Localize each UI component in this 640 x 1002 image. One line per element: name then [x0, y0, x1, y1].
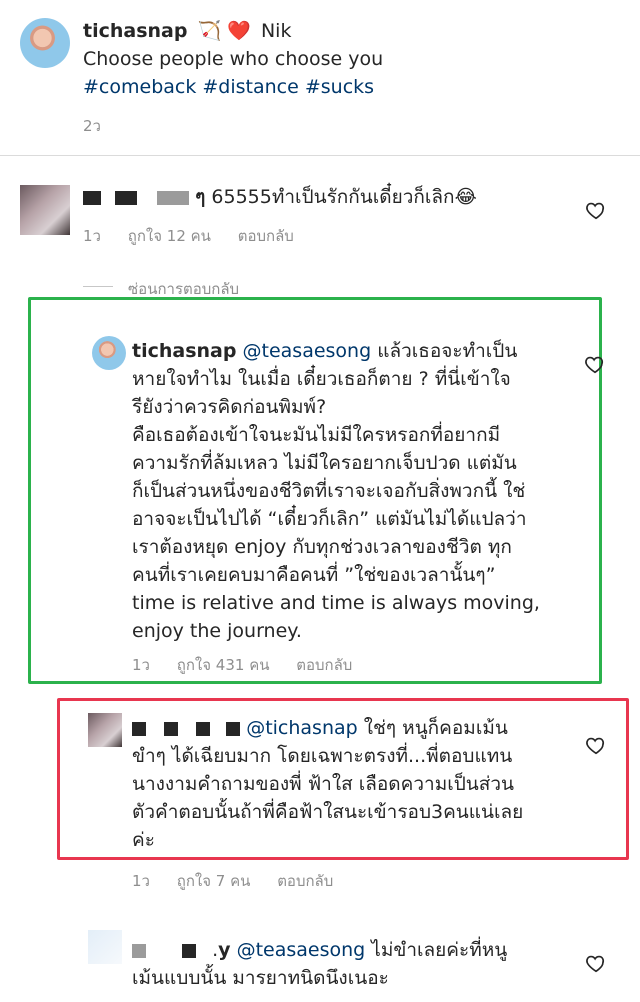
reply1-first-line: tichasnap @teasaesong แล้วเธอจะทำเป็น [132, 337, 517, 365]
hide-replies-line [83, 286, 113, 287]
reply2-mention[interactable]: @tichasnap [246, 717, 358, 739]
reply2-line: นางงามคำถามของพี่ ฟ้าใส เลือดความเป็นส่ว… [132, 773, 515, 795]
tagged-name: Nik [260, 20, 292, 42]
comment1-time: 1ว [83, 227, 101, 245]
reply2-avatar[interactable] [88, 713, 122, 747]
reply1-line: ความรักที่ล้มเหลว ไม่มีใครอยากเจ็บปวด แต… [132, 452, 517, 474]
censor-block [132, 721, 146, 736]
censor-block [226, 721, 241, 736]
reply1-line: คนที่เราเคยคบมาคือคนที่ ”ใช่ของเวลานั้นๆ… [132, 564, 496, 586]
reply2-reply-button[interactable]: ตอบกลับ [277, 872, 333, 890]
reply1-reply-button[interactable]: ตอบกลับ [296, 656, 352, 674]
reply2-meta: 1ว ถูกใจ 7 คน ตอบกลับ [132, 869, 355, 893]
comment1-reply-button[interactable]: ตอบกลับ [238, 227, 294, 245]
reply1-avatar[interactable] [92, 336, 126, 370]
comment1-text-line: ๆ 65555ทำเป็นรักกันเดี๋ยวก็เลิก😂 [83, 183, 477, 211]
censor-block [115, 190, 138, 205]
censor-block [83, 190, 101, 205]
reply1-line: หายใจทำไม ในเมื่อ เดี๋ยวเธอก็ตาย ? ที่นี… [132, 368, 511, 390]
reply3-line: เม้นแบบนั้น มารยาทนิดนึงเนอะ [132, 967, 389, 989]
reply1-line: enjoy the journey. [132, 620, 302, 642]
censor-block [132, 943, 146, 958]
censor-block [182, 943, 197, 958]
reply1-meta: 1ว ถูกใจ 431 คน ตอบกลับ [132, 653, 374, 677]
caption-header: tichasnap 🏹 ❤️ Nik [83, 17, 291, 45]
comment1-username-suffix[interactable]: ๆ [195, 186, 205, 208]
censor-block [157, 190, 190, 205]
comment1-like-heart-icon[interactable] [585, 199, 607, 221]
censor-block [196, 721, 211, 736]
reply3-first-line: .y @teasaesong ไม่ขำเลยค่ะที่หนู [132, 936, 507, 964]
reply2-line: ขำๆ ได้เฉียบมาก โดยเฉพาะตรงที่...พี่ตอบแ… [132, 745, 513, 767]
reply1-time: 1ว [132, 656, 150, 674]
reply1-line: อาจจะเป็นไปได้ “เดี๋ยวก็เลิก” แต่มันไม่ไ… [132, 508, 527, 530]
comment1-likes[interactable]: ถูกใจ 12 คน [128, 227, 211, 245]
comment1-meta: 1ว ถูกใจ 12 คน ตอบกลับ [83, 224, 316, 248]
reply1-likes[interactable]: ถูกใจ 431 คน [177, 656, 270, 674]
post-timestamp: 2ว [83, 117, 101, 135]
post-username[interactable]: tichasnap [83, 20, 187, 42]
reply1-line: รียังว่าควรคิดก่อนพิมพ์? [132, 396, 327, 418]
bow-arrow-icon: 🏹 [197, 20, 222, 42]
reply2-line: ตัวคำตอบนั้นถ้าพี่คือฟ้าใสนะเข้ารอบ3คนแน… [132, 801, 524, 823]
comment1-text: 65555ทำเป็นรักกันเดี๋ยวก็เลิก😂 [211, 186, 477, 208]
reply1-line: ก็เป็นส่วนหนึ่งของชีวิตที่เราจะเจอกับสิ่… [132, 480, 526, 502]
reply3-line: ไม่ขำเลยค่ะที่หนู [371, 939, 508, 961]
reply2-first-line: @tichasnap ใช่ๆ หนูก็คอมเม้น [132, 714, 508, 742]
reply2-likes[interactable]: ถูกใจ 7 คน [177, 872, 251, 890]
caption-text: Choose people who choose you [83, 48, 384, 70]
reply3-like-heart-icon[interactable] [585, 952, 607, 974]
post-author-avatar[interactable] [20, 18, 70, 68]
reply1-username[interactable]: tichasnap [132, 340, 236, 362]
reply3-username-suffix[interactable]: y [218, 939, 230, 961]
reply1-line: คือเธอต้องเข้าใจนะมันไม่มีใครหรอกที่อยาก… [132, 424, 501, 446]
reply1-line: เราต้องหยุด enjoy กับทุกช่วงเวลาของชีวิต… [132, 536, 512, 558]
censor-block [164, 721, 179, 736]
reply3-mention[interactable]: @teasaesong [237, 939, 366, 961]
reply3-avatar[interactable] [88, 930, 122, 964]
reply1-like-heart-icon[interactable] [584, 353, 606, 375]
comment1-avatar[interactable] [20, 185, 70, 235]
reply2-like-heart-icon[interactable] [585, 734, 607, 756]
reply1-mention[interactable]: @teasaesong [243, 340, 372, 362]
reply2-line: ค่ะ [132, 829, 155, 851]
caption-divider [0, 155, 640, 156]
reply1-line: แล้วเธอจะทำเป็น [377, 340, 518, 362]
reply1-line: time is relative and time is always movi… [132, 592, 540, 614]
reply2-line: ใช่ๆ หนูก็คอมเม้น [363, 717, 508, 739]
caption-hashtags[interactable]: #comeback #distance #sucks [83, 73, 374, 101]
reply2-time: 1ว [132, 872, 150, 890]
heart-emoji-icon: ❤️ [227, 20, 251, 42]
